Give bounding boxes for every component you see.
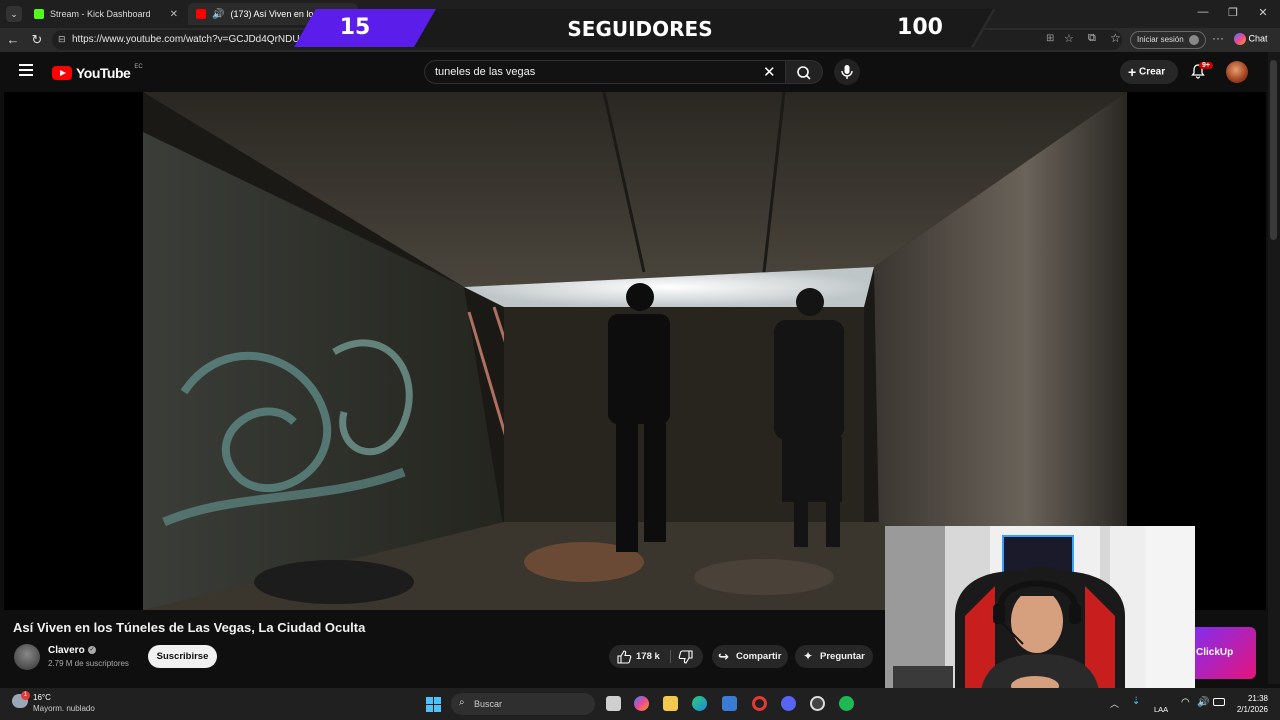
sparkle-icon: ✦ (803, 649, 814, 663)
youtube-logo[interactable]: YouTube EC (52, 64, 143, 81)
more-options-icon[interactable]: ··· (1212, 31, 1224, 45)
back-icon[interactable]: ← (4, 32, 22, 47)
battery-icon[interactable] (1213, 698, 1225, 706)
opera-icon[interactable] (752, 696, 767, 711)
app-install-icon[interactable]: ⊞ (1046, 33, 1054, 44)
store-icon[interactable] (722, 696, 737, 711)
weather-description[interactable]: Mayorm. nublado (33, 704, 95, 713)
search-icon (797, 66, 811, 80)
show-hidden-icons[interactable]: ︿ (1110, 697, 1119, 710)
verified-icon: ✓ (88, 646, 96, 654)
copilot-icon (1234, 33, 1246, 45)
followers-count: 15 (339, 15, 371, 40)
video-title: Así Viven en los Túneles de Las Vegas, L… (13, 620, 366, 635)
search-input[interactable] (435, 66, 755, 78)
search-button[interactable] (785, 60, 823, 84)
windows-start-icon[interactable] (426, 697, 441, 712)
voice-search-button[interactable] (834, 59, 860, 85)
reload-icon[interactable]: ↻ (28, 32, 46, 48)
ask-label: Preguntar (820, 651, 865, 662)
copilot-icon[interactable] (634, 696, 649, 711)
tab-close-icon[interactable]: ✕ (170, 9, 178, 20)
weather-badge: 1 (21, 691, 30, 700)
profile-icon (1188, 34, 1199, 45)
signin-label: Iniciar sesión (1137, 35, 1184, 44)
clear-search-icon[interactable]: ✕ (763, 63, 776, 81)
obs-icon[interactable] (810, 696, 825, 711)
share-label: Compartir (736, 651, 782, 662)
clickup-ad-label[interactable]: ClickUp (1196, 647, 1233, 658)
country-code: EC (134, 64, 143, 70)
wifi-icon[interactable]: ◠ (1181, 697, 1190, 708)
favorite-star-icon[interactable]: ☆ (1064, 32, 1074, 45)
webcam-frame (885, 526, 1195, 702)
clock-date[interactable]: 2/1/2026 (1226, 705, 1268, 714)
site-info-icon[interactable]: ⊟ (58, 34, 66, 45)
webcam-feed (885, 526, 1195, 702)
channel-avatar[interactable] (14, 644, 40, 670)
taskbar-search-placeholder: Buscar (474, 699, 503, 709)
follower-goal-overlay: 15 SEGUIDORES 100 (285, 9, 1005, 47)
followers-label: SEGUIDORES (567, 17, 713, 41)
ask-button[interactable]: ✦ Preguntar (795, 645, 873, 668)
taskbar-search[interactable]: ⌕ (451, 693, 595, 715)
share-button[interactable]: ↪ Compartir (712, 645, 788, 668)
thumbs-up-icon (617, 650, 632, 664)
copilot-chat-button[interactable]: Chat (1234, 33, 1268, 45)
tab-label: Stream - Kick Dashboard (50, 9, 151, 19)
create-button[interactable]: + Crear (1120, 60, 1178, 84)
thumbs-down-icon (678, 650, 693, 664)
volume-icon[interactable]: 🔊 (1197, 697, 1209, 708)
favorites-icon[interactable]: ☆ (1110, 31, 1121, 45)
extensions-icon[interactable]: ⧉ (1088, 32, 1096, 45)
menu-icon[interactable] (19, 64, 33, 76)
file-explorer-icon[interactable] (663, 696, 678, 711)
user-avatar[interactable] (1226, 61, 1248, 83)
task-view-icon[interactable] (606, 696, 621, 711)
subscribe-button[interactable]: Suscribirse (148, 645, 217, 668)
close-window-icon[interactable]: ✕ (1253, 6, 1273, 19)
restore-icon[interactable]: ❐ (1223, 6, 1243, 19)
tab-kick-dashboard[interactable]: Stream - Kick Dashboard ✕ (26, 3, 186, 25)
youtube-logo-text: YouTube (76, 65, 131, 81)
download-icon[interactable]: ⇣ (1132, 696, 1140, 707)
speaker-icon[interactable]: 🔊 (212, 9, 224, 20)
tab-actions-button[interactable]: ⌄ (6, 6, 22, 22)
edge-icon[interactable] (692, 696, 707, 711)
youtube-favicon-icon (196, 9, 206, 19)
chat-label: Chat (1248, 33, 1268, 44)
microphone-icon (841, 65, 853, 79)
signin-button[interactable]: Iniciar sesión (1130, 31, 1206, 49)
spotify-icon[interactable] (839, 696, 854, 711)
url-text: https://www.youtube.com/watch?v=GCJDd4Qr… (72, 34, 300, 45)
search-icon: ⌕ (459, 697, 465, 708)
share-icon: ↪ (718, 649, 729, 664)
kick-favicon-icon (34, 9, 44, 19)
channel-name[interactable]: Clavero (48, 645, 85, 656)
notifications-badge: 9+ (1199, 62, 1213, 69)
youtube-play-icon (52, 66, 72, 80)
followers-goal: 100 (897, 15, 943, 40)
keyboard-language[interactable]: LAA (1154, 705, 1168, 714)
discord-icon[interactable] (781, 696, 796, 711)
create-label: Crear (1138, 66, 1166, 78)
scrollbar-thumb[interactable] (1270, 60, 1277, 240)
dislike-button[interactable] (671, 645, 703, 668)
minimize-icon[interactable]: — (1193, 6, 1213, 18)
like-count: 178 k (636, 651, 660, 662)
search-box (424, 60, 786, 84)
clock-time[interactable]: 21:38 (1238, 694, 1268, 703)
weather-temperature[interactable]: 16°C (33, 693, 51, 702)
plus-icon: + (1128, 64, 1137, 80)
subscriber-count: 2.79 M de suscriptores (48, 659, 129, 668)
